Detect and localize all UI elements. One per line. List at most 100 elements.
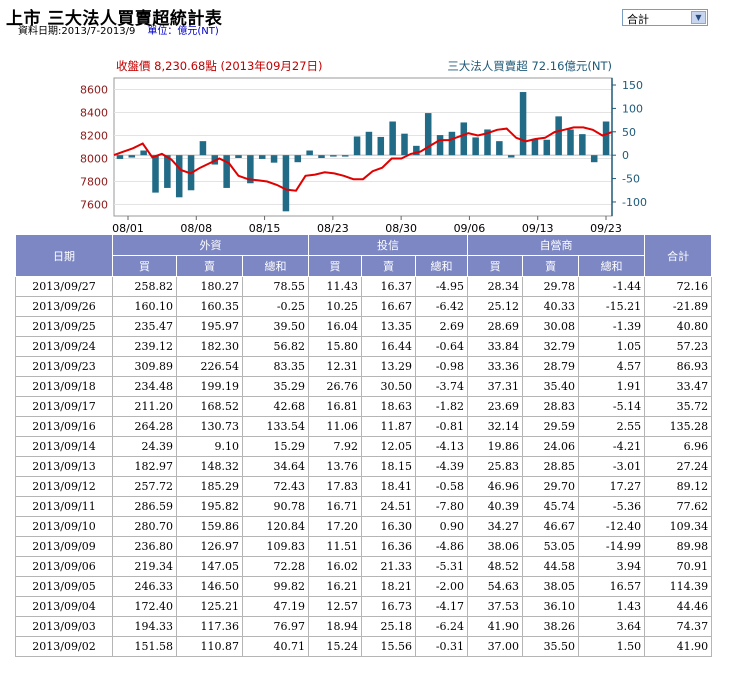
bar (282, 155, 290, 212)
cell-dealer-buy: 33.84 (467, 336, 524, 357)
cell-trust-net: -4.86 (415, 536, 469, 557)
cell-dealer-net: 3.64 (578, 616, 646, 637)
cell-dealer-buy: 38.06 (467, 536, 524, 557)
cell-total: 114.39 (644, 576, 713, 597)
cell-trust-sell: 18.41 (361, 476, 417, 497)
cell-dealer-net: -15.21 (578, 296, 646, 317)
cell-trust-sell: 15.56 (361, 636, 417, 657)
left-tick-label: 8400 (80, 107, 108, 120)
cell-dealer-net: -5.36 (578, 496, 646, 517)
cell-trust-net: -4.13 (415, 436, 469, 457)
cell-trust-buy: 17.83 (308, 476, 363, 497)
cell-trust-sell: 13.29 (361, 356, 417, 377)
cell-date: 2013/09/02 (15, 636, 113, 657)
cell-total: 77.62 (644, 496, 713, 517)
cell-trust-buy: 7.92 (308, 436, 363, 457)
cell-foreign-buy: 239.12 (112, 336, 177, 357)
cell-trust-buy: 12.31 (308, 356, 363, 377)
cell-dealer-buy: 37.31 (467, 376, 524, 397)
bar (235, 155, 242, 158)
bar (152, 155, 159, 193)
cell-foreign-net: 40.71 (241, 636, 310, 657)
cell-foreign-buy: 234.48 (112, 376, 177, 397)
table-row: 2013/09/09 236.80 126.97 109.83 11.51 16.36 -4… (15, 536, 713, 557)
cell-trust-net: -1.82 (415, 396, 469, 417)
cell-dealer-sell: 35.40 (522, 376, 580, 397)
cell-date: 2013/09/26 (15, 296, 113, 317)
cell-dealer-sell: 53.05 (522, 536, 580, 557)
cell-foreign-buy: 24.39 (112, 436, 177, 457)
cell-total: 6.96 (644, 436, 713, 457)
cell-trust-sell: 16.44 (361, 336, 417, 357)
cell-foreign-buy: 236.80 (112, 536, 177, 557)
bar (555, 116, 562, 156)
cell-dealer-sell: 28.79 (522, 356, 580, 377)
cell-dealer-sell: 28.83 (522, 396, 580, 417)
cell-foreign-sell: 195.97 (176, 316, 243, 337)
cell-trust-sell: 13.35 (361, 316, 417, 337)
bar (460, 122, 468, 156)
table-row: 2013/09/23 309.89 226.54 83.35 12.31 13.29 -0.… (15, 356, 713, 377)
cell-dealer-net: -1.44 (578, 276, 646, 297)
cell-total: 40.80 (644, 316, 713, 337)
cell-trust-net: 2.69 (415, 316, 469, 337)
date-range-text: 資料日期:2013/7-2013/9 (18, 26, 136, 37)
cell-date: 2013/09/14 (15, 436, 113, 457)
bar (318, 155, 325, 158)
cell-trust-buy: 16.02 (308, 556, 363, 577)
table-row: 2013/09/04 172.40 125.21 47.19 12.57 16.73 -4.… (15, 596, 713, 617)
cell-date: 2013/09/27 (15, 276, 113, 297)
table-row: 2013/09/12 257.72 185.29 72.43 17.83 18.41 -0.… (15, 476, 713, 497)
cell-foreign-buy: 160.10 (112, 296, 177, 317)
table-row: 2013/09/03 194.33 117.36 76.97 18.94 25.18 -6.… (15, 616, 713, 637)
cell-foreign-buy: 151.58 (112, 636, 177, 657)
cell-dealer-net: 2.55 (578, 416, 646, 437)
cell-dealer-sell: 38.26 (522, 616, 580, 637)
cell-trust-buy: 16.21 (308, 576, 363, 597)
cell-dealer-buy: 28.69 (467, 316, 524, 337)
cell-total: 135.28 (644, 416, 713, 437)
x-tick-label: 08/30 (385, 222, 417, 234)
bar (353, 136, 361, 156)
cell-date: 2013/09/18 (15, 376, 113, 397)
cell-total: 35.72 (644, 396, 713, 417)
cell-dealer-net: 16.57 (578, 576, 646, 597)
col-header-total: 合計 (644, 234, 713, 277)
cell-total: -21.89 (644, 296, 713, 317)
col-header-trust-sell: 賣 (361, 255, 417, 277)
cell-trust-buy: 11.51 (308, 536, 363, 557)
right-tick-label: 100 (622, 102, 643, 115)
left-tick-label: 8200 (80, 130, 108, 143)
cell-foreign-net: 72.28 (241, 556, 310, 577)
cell-dealer-buy: 19.86 (467, 436, 524, 457)
chevron-down-icon[interactable]: ▼ (691, 11, 706, 24)
cell-total: 89.12 (644, 476, 713, 497)
cell-foreign-sell: 148.32 (176, 456, 243, 477)
right-tick-label: -100 (622, 196, 647, 209)
cell-foreign-sell: 9.10 (176, 436, 243, 457)
bar (496, 141, 503, 156)
summary-select-value: 合計 (627, 13, 649, 26)
cell-trust-net: -0.81 (415, 416, 469, 437)
x-tick-label: 09/13 (522, 222, 554, 234)
col-header-dealer-net: 總和 (578, 255, 646, 277)
bar (164, 155, 171, 188)
summary-select[interactable]: 合計 ▼ (622, 9, 708, 26)
cell-dealer-net: 1.91 (578, 376, 646, 397)
table-row: 2013/09/11 286.59 195.82 90.78 16.71 24.51 -7.… (15, 496, 713, 517)
cell-trust-net: -0.31 (415, 636, 469, 657)
cell-dealer-sell: 35.50 (522, 636, 580, 657)
cell-date: 2013/09/09 (15, 536, 113, 557)
left-tick-label: 7800 (80, 176, 108, 189)
cell-dealer-buy: 37.53 (467, 596, 524, 617)
col-header-dealer: 自營商 (467, 234, 646, 256)
right-tick-label: 150 (622, 79, 643, 92)
cell-foreign-sell: 185.29 (176, 476, 243, 497)
right-tick-label: 0 (622, 149, 629, 162)
cell-trust-sell: 18.21 (361, 576, 417, 597)
cell-trust-net: -3.74 (415, 376, 469, 397)
cell-date: 2013/09/04 (15, 596, 113, 617)
cell-dealer-buy: 33.36 (467, 356, 524, 377)
cell-foreign-sell: 110.87 (176, 636, 243, 657)
cell-trust-buy: 26.76 (308, 376, 363, 397)
